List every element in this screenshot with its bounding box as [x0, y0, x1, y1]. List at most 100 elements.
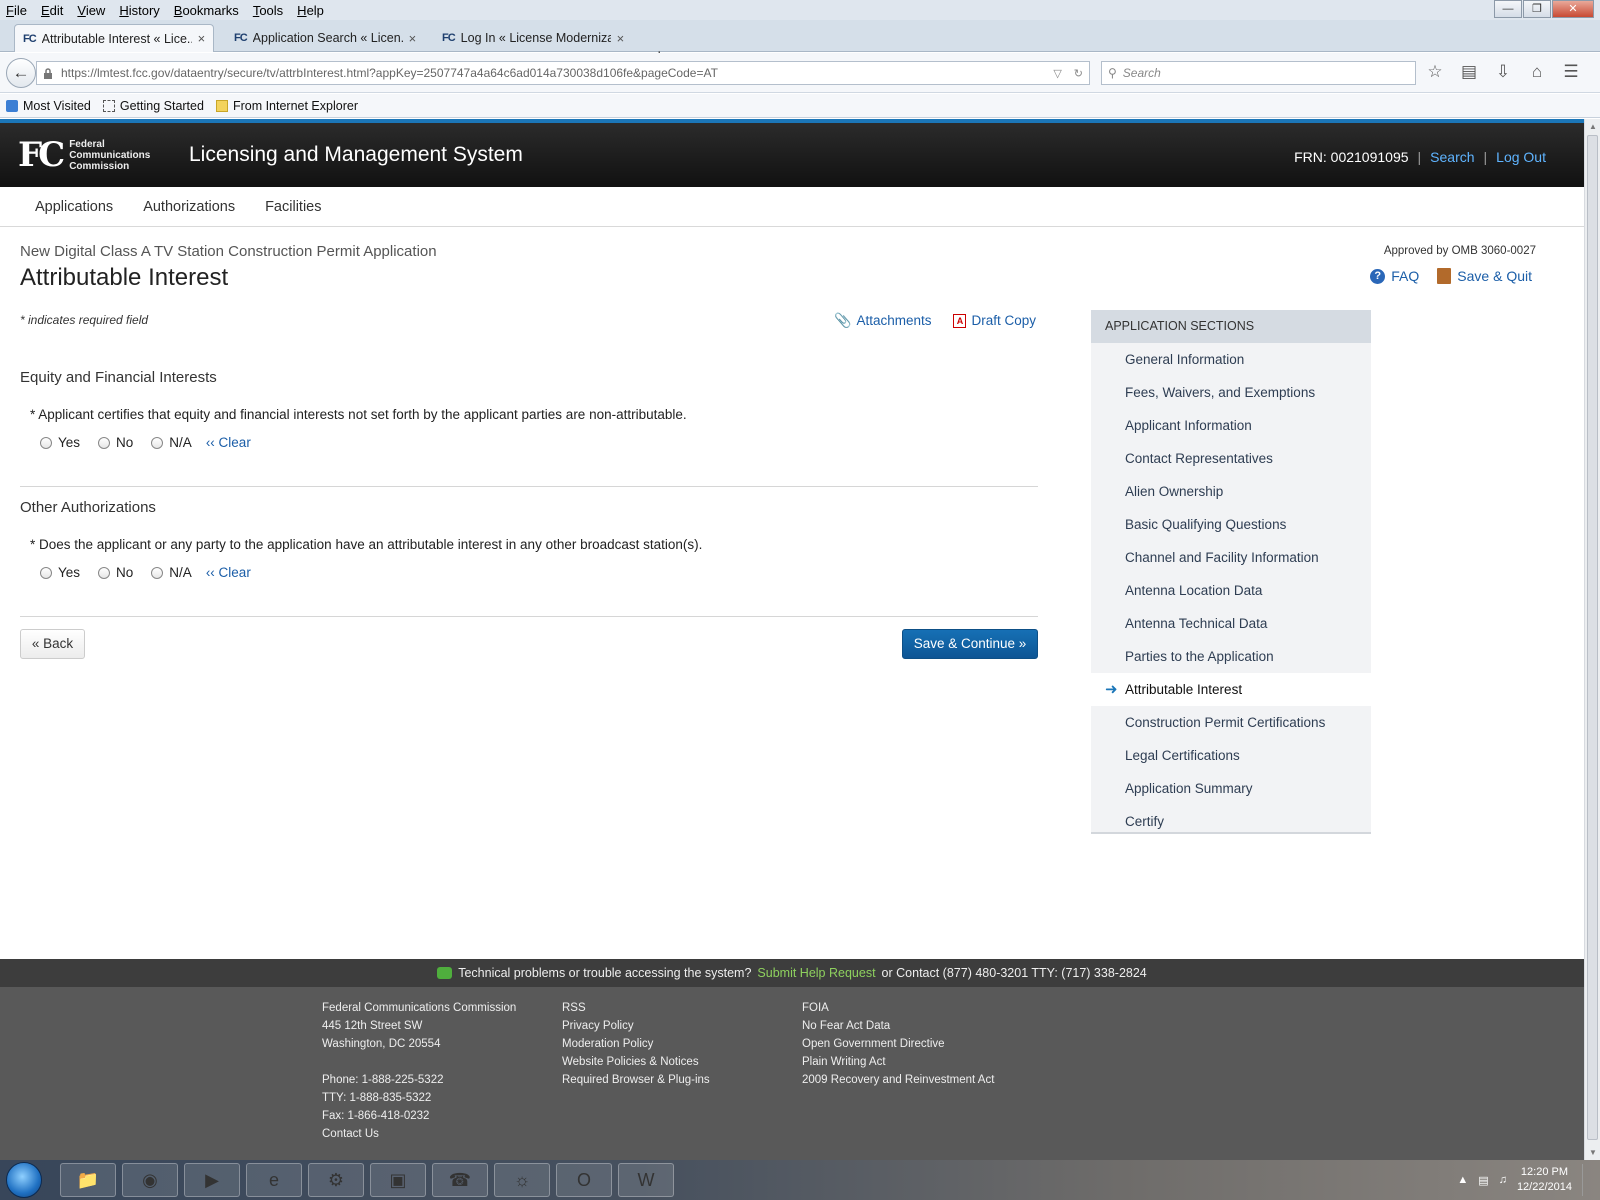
section-link-parties[interactable]: Parties to the Application	[1091, 640, 1371, 673]
section-link-applicant-information[interactable]: Applicant Information	[1091, 409, 1371, 442]
reading-list-icon[interactable]: ▤	[1458, 61, 1480, 83]
tab-application-search[interactable]: FC Application Search « Licen... ×	[226, 24, 424, 52]
bookmark-star-icon[interactable]: ☆	[1424, 61, 1446, 83]
logout-link[interactable]: Log Out	[1496, 149, 1546, 165]
device-app-icon[interactable]: ☎	[432, 1163, 488, 1197]
chrome-icon[interactable]: ◉	[122, 1163, 178, 1197]
bookmark-most-visited[interactable]: Most Visited	[6, 99, 91, 113]
bookmark-getting-started[interactable]: Getting Started	[102, 99, 204, 113]
section-link-general-information[interactable]: General Information	[1091, 343, 1371, 376]
close-tab-icon[interactable]: ×	[617, 31, 625, 46]
scroll-thumb[interactable]	[1587, 135, 1598, 1140]
outlook-icon[interactable]: O	[556, 1163, 612, 1197]
network-tray-icon[interactable]: ▤	[1478, 1174, 1488, 1187]
menu-tools[interactable]: Tools	[247, 3, 291, 18]
lock-icon	[44, 67, 52, 79]
hamburger-menu-icon[interactable]: ☰	[1560, 61, 1582, 83]
tab-log-in[interactable]: FC Log In « License Moderniza... ×	[434, 24, 632, 52]
close-tab-icon[interactable]: ×	[409, 31, 417, 46]
section-link-legal-certifications[interactable]: Legal Certifications	[1091, 739, 1371, 772]
radio-equity-yes[interactable]	[40, 436, 52, 449]
section-link-certify[interactable]: Certify	[1091, 805, 1371, 838]
scroll-up-icon[interactable]: ▲	[1588, 122, 1598, 131]
firefox-icon[interactable]: ☼	[494, 1163, 550, 1197]
menu-bookmarks[interactable]: Bookmarks	[168, 3, 247, 18]
faq-link[interactable]: ? FAQ	[1370, 268, 1419, 284]
foia-link[interactable]: FOIA	[802, 999, 994, 1017]
menu-edit[interactable]: Edit	[35, 3, 71, 18]
section-link-channel-facility[interactable]: Channel and Facility Information	[1091, 541, 1371, 574]
no-fear-act-link[interactable]: No Fear Act Data	[802, 1017, 994, 1035]
clear-other-link[interactable]: ‹‹ Clear	[206, 565, 251, 580]
radio-equity-no[interactable]	[98, 436, 111, 449]
section-link-attributable-interest[interactable]: ➜ Attributable Interest	[1091, 673, 1371, 706]
dropdown-arrow-icon[interactable]: ▽	[1053, 67, 1061, 80]
section-link-antenna-location[interactable]: Antenna Location Data	[1091, 574, 1371, 607]
fcc-logo[interactable]: FC Federal Communications Commission	[18, 137, 150, 173]
nav-authorizations[interactable]: Authorizations	[143, 199, 235, 215]
browser-back-icon[interactable]: ←	[6, 58, 36, 88]
radio-other-yes[interactable]	[40, 566, 52, 579]
bookmark-from-ie[interactable]: From Internet Explorer	[215, 99, 358, 113]
radio-other-no[interactable]	[98, 566, 111, 579]
submit-help-request-link[interactable]: Submit Help Request	[757, 966, 875, 980]
downloads-icon[interactable]: ⇩	[1492, 61, 1514, 83]
explorer-icon[interactable]: 📁	[60, 1163, 116, 1197]
restore-icon[interactable]: ❐	[1523, 0, 1551, 18]
menu-help[interactable]: Help	[291, 3, 332, 18]
search-link[interactable]: Search	[1430, 149, 1474, 165]
section-link-basic-qualifying[interactable]: Basic Qualifying Questions	[1091, 508, 1371, 541]
menu-history[interactable]: History	[113, 3, 167, 18]
menu-file[interactable]: File	[0, 3, 35, 18]
website-policies-link[interactable]: Website Policies & Notices	[562, 1053, 710, 1071]
taskbar-clock[interactable]: 12:20 PM 12/22/2014	[1517, 1165, 1572, 1195]
remote-desktop-icon[interactable]: ▣	[370, 1163, 426, 1197]
contact-us-link[interactable]: Contact Us	[322, 1125, 516, 1143]
tray-expand-icon[interactable]: ▲	[1457, 1174, 1468, 1186]
close-tab-icon[interactable]: ×	[198, 31, 206, 46]
home-icon[interactable]: ⌂	[1526, 61, 1548, 83]
clear-equity-link[interactable]: ‹‹ Clear	[206, 435, 251, 450]
radio-other-na[interactable]	[151, 566, 164, 579]
moderation-policy-link[interactable]: Moderation Policy	[562, 1035, 710, 1053]
tab-attributable-interest[interactable]: FC Attributable Interest « Lice... ×	[14, 24, 215, 52]
recovery-act-link[interactable]: 2009 Recovery and Reinvestment Act	[802, 1071, 994, 1089]
draft-copy-link[interactable]: A Draft Copy	[953, 312, 1036, 329]
close-window-icon[interactable]: ✕	[1552, 0, 1594, 18]
required-browser-link[interactable]: Required Browser & Plug-ins	[562, 1071, 710, 1089]
scroll-down-icon[interactable]: ▼	[1588, 1148, 1598, 1157]
internet-explorer-icon[interactable]: e	[246, 1163, 302, 1197]
rss-link[interactable]: RSS	[562, 999, 710, 1017]
url-bar[interactable]: https://lmtest.fcc.gov/dataentry/secure/…	[36, 61, 1090, 85]
privacy-policy-link[interactable]: Privacy Policy	[562, 1017, 710, 1035]
minimize-icon[interactable]: —	[1494, 0, 1522, 18]
nav-facilities[interactable]: Facilities	[265, 199, 321, 215]
save-continue-button[interactable]: Save & Continue »	[902, 629, 1038, 659]
save-quit-link[interactable]: Save & Quit	[1437, 268, 1532, 284]
attachments-link[interactable]: 📎 Attachments	[834, 312, 931, 329]
radio-equity-na[interactable]	[151, 436, 164, 449]
start-button-icon[interactable]	[6, 1162, 42, 1198]
plain-writing-link[interactable]: Plain Writing Act	[802, 1053, 994, 1071]
menu-view[interactable]: View	[71, 3, 113, 18]
section-link-cp-certifications[interactable]: Construction Permit Certifications	[1091, 706, 1371, 739]
section-link-fees[interactable]: Fees, Waivers, and Exemptions	[1091, 376, 1371, 409]
show-desktop-button[interactable]	[1582, 1164, 1592, 1196]
section-link-application-summary[interactable]: Application Summary	[1091, 772, 1371, 805]
network-app-icon[interactable]: ⚙	[308, 1163, 364, 1197]
open-government-link[interactable]: Open Government Directive	[802, 1035, 994, 1053]
nav-applications[interactable]: Applications	[35, 199, 113, 215]
browser-navbar: ← https://lmtest.fcc.gov/dataentry/secur…	[0, 53, 1600, 93]
most-visited-icon	[6, 99, 18, 112]
volume-icon[interactable]: ♫	[1499, 1174, 1507, 1186]
page-scrollbar[interactable]: ▲ ▼	[1584, 119, 1600, 1160]
media-player-icon[interactable]: ▶	[184, 1163, 240, 1197]
reload-icon[interactable]: ↻	[1074, 67, 1083, 80]
bookmarks-bar: Most Visited Getting Started From Intern…	[0, 94, 1600, 118]
section-link-contact-representatives[interactable]: Contact Representatives	[1091, 442, 1371, 475]
section-link-alien-ownership[interactable]: Alien Ownership	[1091, 475, 1371, 508]
browser-search-input[interactable]: ⚲ Search	[1101, 61, 1416, 85]
back-button[interactable]: « Back	[20, 629, 85, 659]
section-link-antenna-technical[interactable]: Antenna Technical Data	[1091, 607, 1371, 640]
word-icon[interactable]: W	[618, 1163, 674, 1197]
